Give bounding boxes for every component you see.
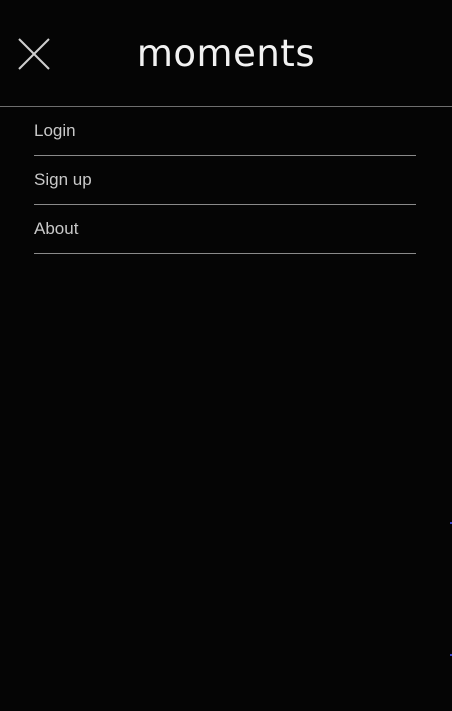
menu-item-login[interactable]: Login xyxy=(34,107,416,156)
nav-menu: Login Sign up About xyxy=(34,107,416,254)
brand-logo-text[interactable]: moments xyxy=(0,30,452,78)
menu-item-label: Login xyxy=(34,121,76,140)
menu-item-label: About xyxy=(34,219,79,238)
menu-item-label: Sign up xyxy=(34,170,92,189)
app-header: moments xyxy=(0,0,452,107)
menu-item-signup[interactable]: Sign up xyxy=(34,156,416,205)
menu-item-about[interactable]: About xyxy=(34,205,416,254)
